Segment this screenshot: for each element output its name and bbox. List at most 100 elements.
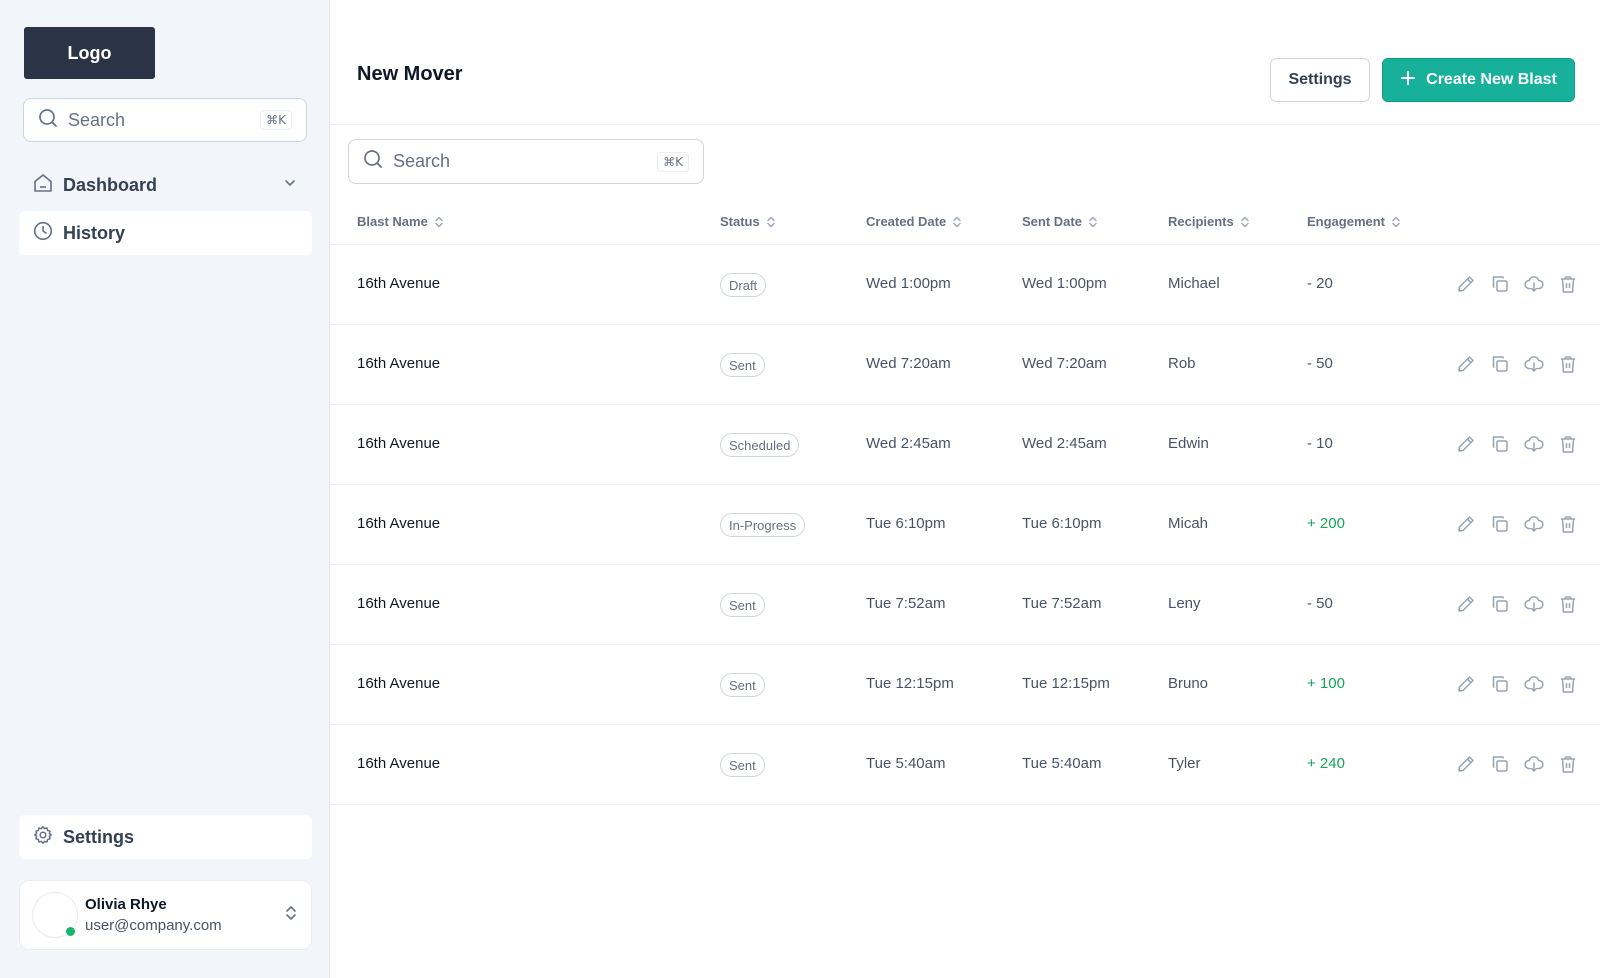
sidebar-item-label: History	[63, 222, 126, 243]
create-button-label: Create New Blast	[1426, 71, 1557, 88]
blast-name-cell[interactable]: 16th Avenue	[357, 675, 440, 692]
download-cloud-icon[interactable]	[1524, 514, 1544, 534]
edit-icon[interactable]	[1456, 674, 1476, 694]
sidebar-item-label: Dashboard	[63, 174, 158, 195]
trash-icon[interactable]	[1558, 594, 1578, 614]
blast-name-cell[interactable]: 16th Avenue	[357, 355, 440, 372]
column-header-blast-name[interactable]: Blast Name	[357, 214, 444, 229]
blast-name-cell[interactable]: 16th Avenue	[357, 275, 440, 292]
table-row[interactable]: 16th Avenue Sent Tue 12:15pm Tue 12:15pm…	[330, 645, 1600, 725]
sort-icon	[1392, 216, 1400, 227]
sidebar-search-placeholder: Search	[68, 109, 126, 130]
recipient-cell: Rob	[1168, 355, 1196, 372]
sort-icon	[1089, 216, 1097, 227]
table-row[interactable]: 16th Avenue Sent Tue 7:52am Tue 7:52am L…	[330, 565, 1600, 645]
trash-icon[interactable]	[1558, 274, 1578, 294]
sidebar-item-history[interactable]: History	[19, 211, 312, 255]
blasts-table: Blast Name Status Created Date Sent Date…	[330, 200, 1600, 805]
sent-date-cell: Wed 1:00pm	[1022, 275, 1107, 292]
engagement-cell: - 50	[1307, 595, 1333, 612]
user-name: Olivia Rhye	[85, 896, 167, 913]
copy-icon[interactable]	[1490, 434, 1510, 454]
plus-icon	[1400, 70, 1426, 91]
status-badge: Sent	[720, 673, 765, 697]
engagement-cell: - 50	[1307, 355, 1333, 372]
status-badge: Sent	[720, 753, 765, 777]
edit-icon[interactable]	[1456, 514, 1476, 534]
created-date-cell: Tue 12:15pm	[866, 675, 954, 692]
sidebar: Logo Search ⌘K Dashboard History Setting…	[0, 0, 330, 978]
edit-icon[interactable]	[1456, 754, 1476, 774]
trash-icon[interactable]	[1558, 674, 1578, 694]
engagement-cell: + 100	[1307, 675, 1345, 692]
copy-icon[interactable]	[1490, 514, 1510, 534]
edit-icon[interactable]	[1456, 434, 1476, 454]
sent-date-cell: Tue 7:52am	[1022, 595, 1102, 612]
recipient-cell: Micah	[1168, 515, 1209, 532]
sidebar-item-dashboard[interactable]: Dashboard	[19, 163, 312, 207]
copy-icon[interactable]	[1490, 754, 1510, 774]
trash-icon[interactable]	[1558, 434, 1578, 454]
column-header-engagement[interactable]: Engagement	[1307, 214, 1401, 229]
row-actions	[1456, 354, 1578, 374]
clock-icon	[33, 221, 53, 246]
row-actions	[1456, 434, 1578, 454]
trash-icon[interactable]	[1558, 514, 1578, 534]
created-date-cell: Tue 5:40am	[866, 755, 946, 772]
blast-name-cell[interactable]: 16th Avenue	[357, 435, 440, 452]
table-search-placeholder: Search	[393, 151, 451, 171]
edit-icon[interactable]	[1456, 274, 1476, 294]
table-row[interactable]: 16th Avenue In-Progress Tue 6:10pm Tue 6…	[330, 485, 1600, 565]
page-title: New Mover	[357, 63, 463, 85]
blast-name-cell[interactable]: 16th Avenue	[357, 515, 440, 532]
created-date-cell: Tue 7:52am	[866, 595, 946, 612]
create-new-blast-button[interactable]: Create New Blast	[1382, 58, 1575, 102]
copy-icon[interactable]	[1490, 274, 1510, 294]
sent-date-cell: Wed 2:45am	[1022, 435, 1107, 452]
chevron-down-icon[interactable]	[282, 175, 298, 196]
blast-name-cell[interactable]: 16th Avenue	[357, 755, 440, 772]
table-row[interactable]: 16th Avenue Scheduled Wed 2:45am Wed 2:4…	[330, 405, 1600, 485]
recipient-cell: Leny	[1168, 595, 1201, 612]
trash-icon[interactable]	[1558, 354, 1578, 374]
edit-icon[interactable]	[1456, 594, 1476, 614]
sidebar-item-label: Settings	[63, 826, 135, 847]
chevron-selector-icon[interactable]	[283, 904, 299, 927]
settings-button[interactable]: Settings	[1270, 58, 1370, 102]
row-actions	[1456, 674, 1578, 694]
recipient-cell: Bruno	[1168, 675, 1209, 692]
copy-icon[interactable]	[1490, 674, 1510, 694]
copy-icon[interactable]	[1490, 354, 1510, 374]
table-row[interactable]: 16th Avenue Sent Wed 7:20am Wed 7:20am R…	[330, 325, 1600, 405]
download-cloud-icon[interactable]	[1524, 594, 1544, 614]
row-actions	[1456, 754, 1578, 774]
logo[interactable]: Logo	[24, 27, 155, 79]
blast-name-cell[interactable]: 16th Avenue	[357, 595, 440, 612]
download-cloud-icon[interactable]	[1524, 434, 1544, 454]
status-badge: Sent	[720, 353, 765, 377]
table-search-input[interactable]: Search ⌘K	[348, 139, 704, 184]
column-header-status[interactable]: Status	[720, 214, 776, 229]
download-cloud-icon[interactable]	[1524, 274, 1544, 294]
created-date-cell: Wed 1:00pm	[866, 275, 951, 292]
copy-icon[interactable]	[1490, 594, 1510, 614]
home-icon	[33, 173, 53, 198]
trash-icon[interactable]	[1558, 754, 1578, 774]
recipient-cell: Michael	[1168, 275, 1220, 292]
user-card[interactable]: Olivia Rhye user@company.com	[19, 880, 312, 950]
engagement-cell: - 10	[1307, 435, 1333, 452]
column-header-recipients[interactable]: Recipients	[1168, 214, 1250, 229]
column-header-created-date[interactable]: Created Date	[866, 214, 962, 229]
edit-icon[interactable]	[1456, 354, 1476, 374]
download-cloud-icon[interactable]	[1524, 354, 1544, 374]
download-cloud-icon[interactable]	[1524, 674, 1544, 694]
download-cloud-icon[interactable]	[1524, 754, 1544, 774]
main-content: New Mover Settings Create New Blast Sear…	[330, 0, 1600, 978]
sort-icon	[1241, 216, 1249, 227]
table-row[interactable]: 16th Avenue Sent Tue 5:40am Tue 5:40am T…	[330, 725, 1600, 805]
sent-date-cell: Tue 12:15pm	[1022, 675, 1110, 692]
column-header-sent-date[interactable]: Sent Date	[1022, 214, 1098, 229]
table-row[interactable]: 16th Avenue Draft Wed 1:00pm Wed 1:00pm …	[330, 245, 1600, 325]
sidebar-search-input[interactable]: Search ⌘K	[23, 98, 307, 142]
sidebar-item-settings[interactable]: Settings	[19, 815, 312, 859]
